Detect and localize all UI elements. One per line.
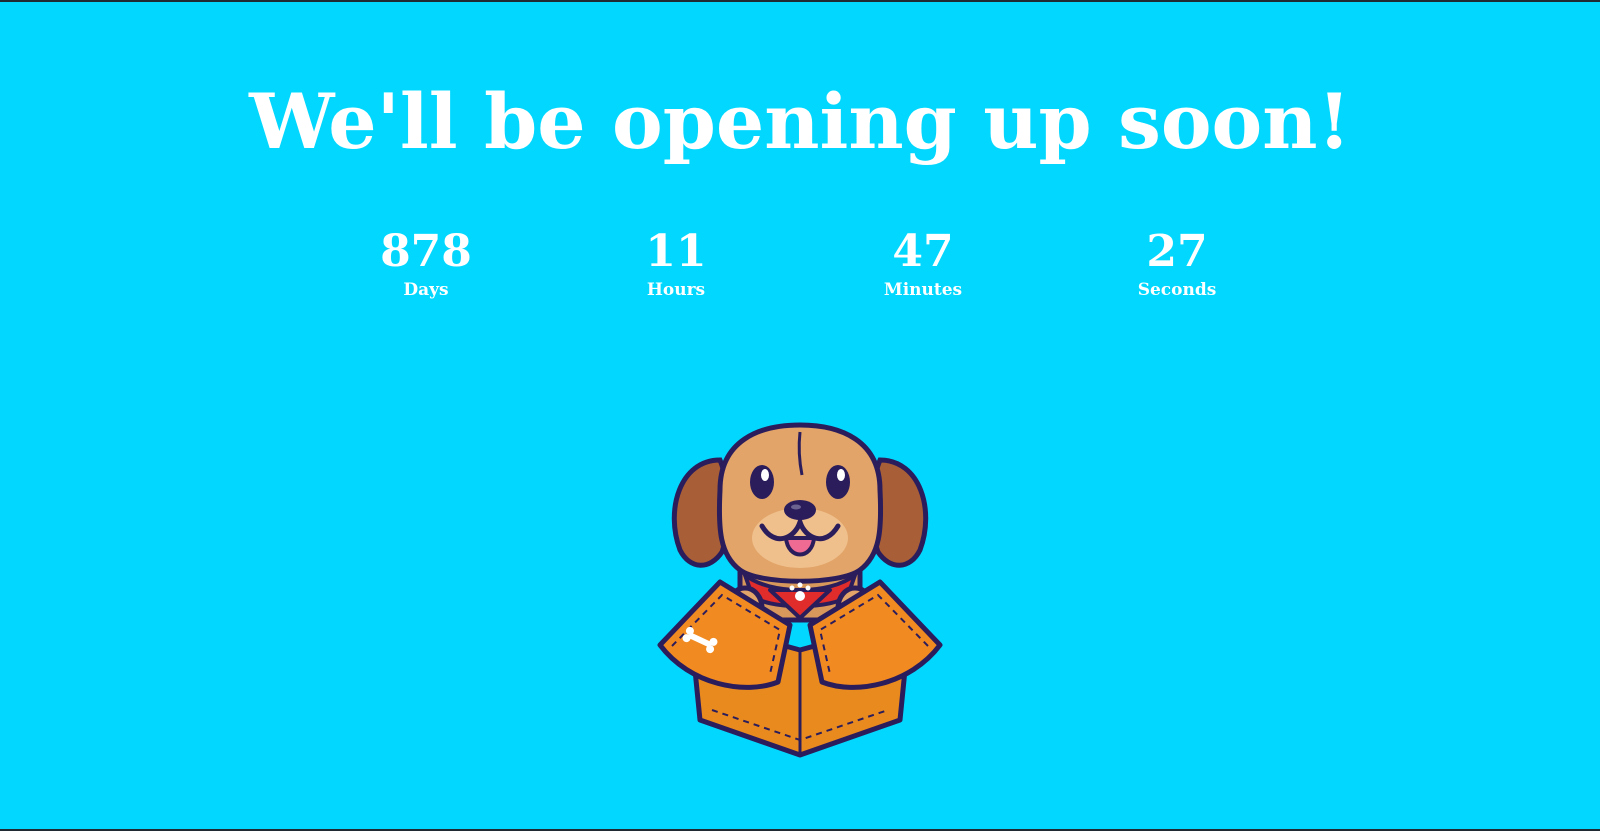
countdown-days-label: Days (403, 280, 449, 300)
dog-in-box-illustration (657, 422, 943, 758)
countdown-hours: 11 Hours (596, 230, 756, 299)
countdown-minutes-label: Minutes (883, 280, 963, 300)
countdown-days-value: 878 (380, 226, 472, 277)
countdown-seconds: 27 Seconds (1097, 230, 1257, 299)
countdown-seconds-label: Seconds (1137, 280, 1217, 300)
countdown-hours-label: Hours (646, 280, 706, 300)
countdown-minutes-value: 47 (892, 226, 954, 277)
countdown-hours-value: 11 (645, 226, 707, 277)
countdown-days: 878 Days (346, 230, 506, 299)
countdown-minutes: 47 Minutes (843, 230, 1003, 299)
page-headline: We'll be opening up soon! (249, 77, 1351, 166)
coming-soon-page: We'll be opening up soon! 878 Days 11 Ho… (0, 2, 1600, 829)
countdown-seconds-value: 27 (1146, 226, 1208, 277)
